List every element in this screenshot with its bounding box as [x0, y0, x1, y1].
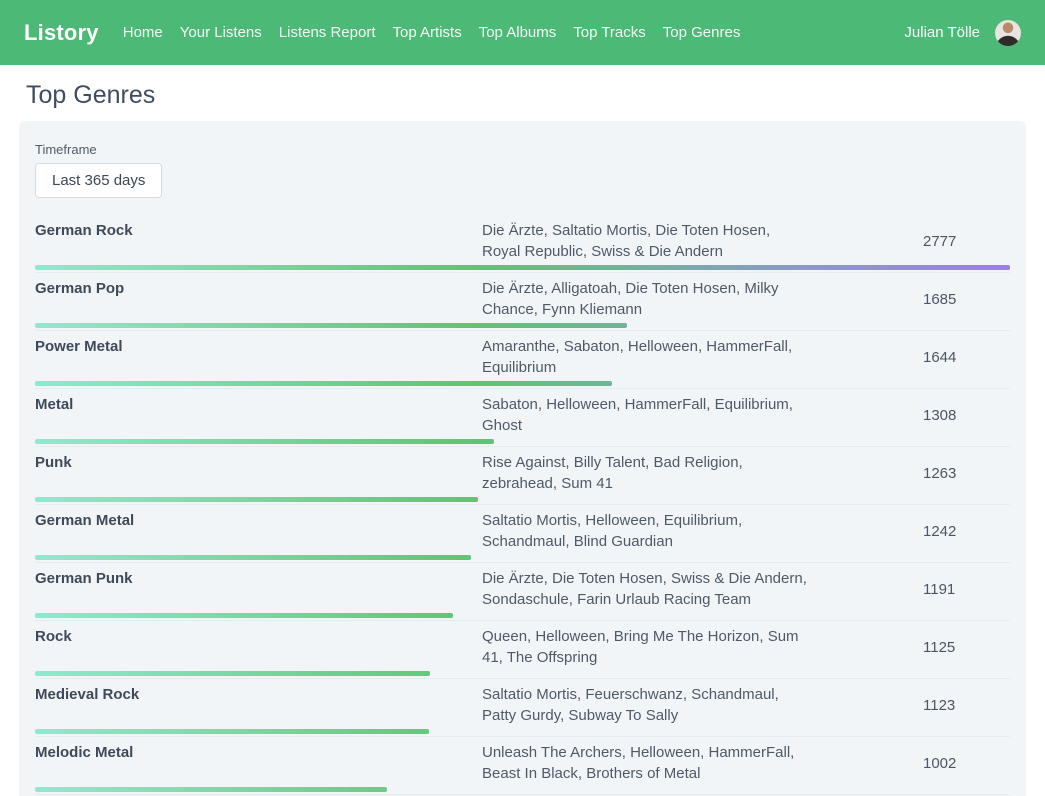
- genre-row: Power Metal Amaranthe, Sabaton, Hellowee…: [35, 331, 1010, 389]
- genre-row: German Metal Saltatio Mortis, Helloween,…: [35, 505, 1010, 563]
- genre-bar-fill: [35, 613, 453, 618]
- genre-name: Power Metal: [35, 336, 482, 357]
- genre-artists: Die Ärzte, Alligatoah, Die Toten Hosen, …: [482, 278, 857, 320]
- genre-bar: [35, 787, 387, 792]
- nav-item-home[interactable]: Home: [123, 24, 163, 41]
- nav-item-top-tracks[interactable]: Top Tracks: [573, 24, 646, 41]
- genre-count: 1308: [857, 407, 1010, 424]
- genre-bar-fill: [35, 265, 1010, 270]
- genre-artists: Unleash The Archers, Helloween, HammerFa…: [482, 742, 857, 784]
- genre-count: 1191: [857, 581, 1010, 598]
- genre-bar: [35, 381, 612, 386]
- genre-row: German Pop Die Ärzte, Alligatoah, Die To…: [35, 273, 1010, 331]
- genre-row: Medieval Rock Saltatio Mortis, Feuerschw…: [35, 679, 1010, 737]
- genre-count: 1002: [857, 755, 1010, 772]
- genre-bar: [35, 729, 429, 734]
- genre-name: Melodic Metal: [35, 742, 482, 763]
- nav-item-your-listens[interactable]: Your Listens: [180, 24, 262, 41]
- genre-name: German Metal: [35, 510, 482, 531]
- genre-bar-fill: [35, 381, 612, 386]
- genre-name: German Pop: [35, 278, 482, 299]
- genre-count: 1685: [857, 291, 1010, 308]
- genre-name: German Punk: [35, 568, 482, 589]
- genre-row: Metal Sabaton, Helloween, HammerFall, Eq…: [35, 389, 1010, 447]
- nav-item-top-albums[interactable]: Top Albums: [479, 24, 557, 41]
- nav-item-top-artists[interactable]: Top Artists: [393, 24, 462, 41]
- genre-bar-fill: [35, 671, 430, 676]
- genre-bar-fill: [35, 497, 478, 502]
- top-genres-panel: Timeframe Last 365 days German Rock Die …: [19, 121, 1026, 796]
- genre-bar-fill: [35, 323, 627, 328]
- genre-count: 2777: [857, 233, 1010, 250]
- genre-artists: Sabaton, Helloween, HammerFall, Equilibr…: [482, 394, 857, 436]
- nav-links: Home Your Listens Listens Report Top Art…: [123, 24, 741, 41]
- genre-artists: Rise Against, Billy Talent, Bad Religion…: [482, 452, 857, 494]
- brand-logo[interactable]: Listory: [24, 20, 99, 46]
- genre-bar: [35, 671, 430, 676]
- genre-count: 1644: [857, 349, 1010, 366]
- genre-artists: Saltatio Mortis, Feuerschwanz, Schandmau…: [482, 684, 857, 726]
- genre-name: Rock: [35, 626, 482, 647]
- genre-bar-fill: [35, 555, 471, 560]
- genre-bar: [35, 555, 471, 560]
- genre-count: 1263: [857, 465, 1010, 482]
- user-name[interactable]: Julian Tölle: [904, 24, 980, 41]
- genre-name: German Rock: [35, 220, 482, 241]
- genre-name: Punk: [35, 452, 482, 473]
- nav-item-top-genres[interactable]: Top Genres: [663, 24, 741, 41]
- genre-bar: [35, 265, 1010, 270]
- genre-bar: [35, 323, 627, 328]
- genre-artists: Die Ärzte, Die Toten Hosen, Swiss & Die …: [482, 568, 857, 610]
- genre-artists: Amaranthe, Sabaton, Helloween, HammerFal…: [482, 336, 857, 378]
- genre-bar-fill: [35, 787, 387, 792]
- genre-artists: Saltatio Mortis, Helloween, Equilibrium,…: [482, 510, 857, 552]
- page-title: Top Genres: [26, 81, 1045, 110]
- genre-bar-fill: [35, 439, 494, 444]
- user-avatar[interactable]: [995, 20, 1021, 46]
- genre-bar: [35, 613, 453, 618]
- navbar: Listory Home Your Listens Listens Report…: [0, 0, 1045, 65]
- genre-count: 1123: [857, 697, 1010, 714]
- genre-table: German Rock Die Ärzte, Saltatio Mortis, …: [35, 215, 1010, 796]
- genre-bar-fill: [35, 729, 429, 734]
- genre-row: Punk Rise Against, Billy Talent, Bad Rel…: [35, 447, 1010, 505]
- genre-name: Metal: [35, 394, 482, 415]
- genre-count: 1242: [857, 523, 1010, 540]
- genre-row: Melodic Metal Unleash The Archers, Hello…: [35, 737, 1010, 795]
- genre-count: 1125: [857, 639, 1010, 656]
- genre-bar: [35, 439, 494, 444]
- genre-artists: Die Ärzte, Saltatio Mortis, Die Toten Ho…: [482, 220, 857, 262]
- genre-row: German Rock Die Ärzte, Saltatio Mortis, …: [35, 215, 1010, 273]
- nav-item-listens-report[interactable]: Listens Report: [279, 24, 376, 41]
- genre-name: Medieval Rock: [35, 684, 482, 705]
- genre-row: Rock Queen, Helloween, Bring Me The Hori…: [35, 621, 1010, 679]
- navbar-user-area: Julian Tölle: [904, 20, 1021, 46]
- timeframe-label: Timeframe: [35, 142, 1010, 158]
- timeframe-select[interactable]: Last 365 days: [35, 163, 162, 198]
- genre-artists: Queen, Helloween, Bring Me The Horizon, …: [482, 626, 857, 668]
- genre-bar: [35, 497, 478, 502]
- genre-row: German Punk Die Ärzte, Die Toten Hosen, …: [35, 563, 1010, 621]
